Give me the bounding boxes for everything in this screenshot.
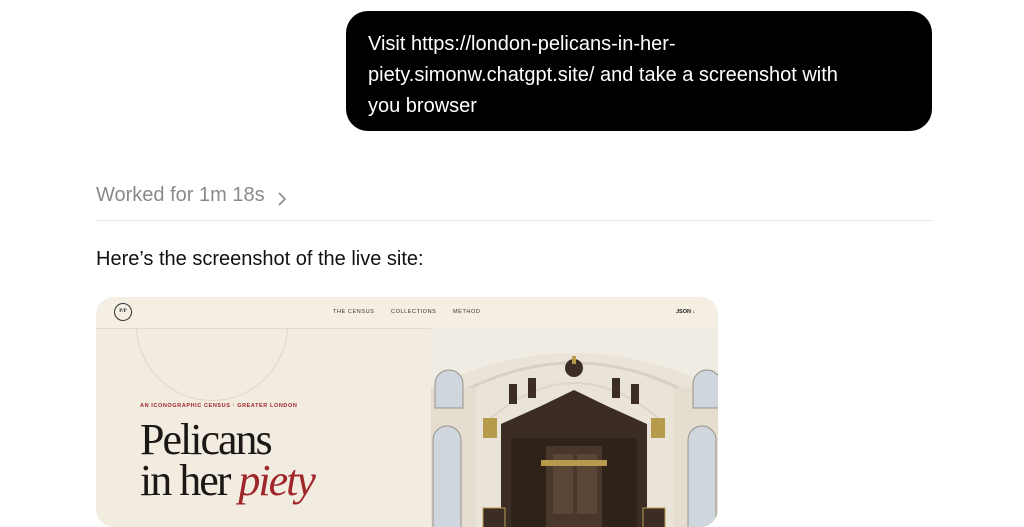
nav-link-collections: COLLECTIONS [391, 309, 437, 315]
hero-title: Pelicans in her piety [140, 415, 316, 503]
nav-link-method: METHOD [453, 309, 481, 315]
hero-eyebrow: AN ICONOGRAPHIC CENSUS · GREATER LONDON [140, 403, 298, 409]
church-interior-photo [431, 328, 718, 527]
worked-for-label: Worked for 1m 18s [96, 184, 265, 206]
divider [96, 220, 932, 221]
hero-title-line: in her piety [140, 459, 316, 503]
worked-for-toggle[interactable]: Worked for 1m 18s [96, 184, 289, 207]
assistant-reply: Here’s the screenshot of the live site: [96, 248, 424, 270]
hero-text-panel: AN ICONOGRAPHIC CENSUS · GREATER LONDON … [96, 329, 431, 527]
user-message-bubble: Visit https://london-pelicans-in-her- pi… [346, 11, 932, 131]
hero-title-accent: piety [238, 456, 316, 505]
site-navbar: P/P THE CENSUS COLLECTIONS METHOD JSON ↓ [96, 297, 718, 329]
website-screenshot[interactable]: P/P THE CENSUS COLLECTIONS METHOD JSON ↓… [96, 297, 718, 527]
user-message-line: you browser [368, 95, 477, 117]
user-message-line: piety.simonw.chatgpt.site/ and take a sc… [368, 64, 838, 86]
chevron-right-icon [275, 189, 289, 206]
decorative-ring [136, 329, 288, 401]
hero-title-plain: in her [140, 456, 239, 505]
nav-link-census: THE CENSUS [333, 309, 375, 315]
site-logo: P/P [114, 303, 132, 321]
json-download-link: JSON ↓ [676, 309, 696, 315]
hero-title-line: Pelicans [140, 415, 273, 464]
user-message-line: Visit https://london-pelicans-in-her- [368, 33, 676, 55]
